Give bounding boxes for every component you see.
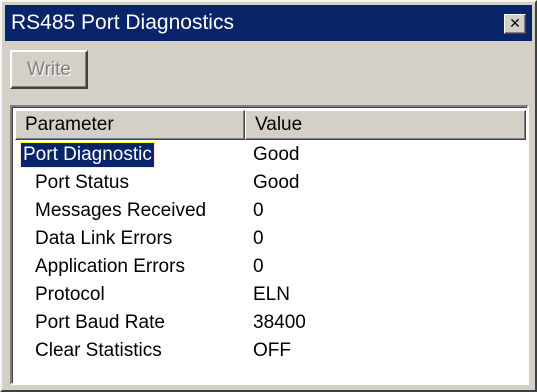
parameter-name: Port Diagnostic <box>20 142 155 168</box>
parameter-value: 0 <box>253 256 264 277</box>
parameter-value: 38400 <box>253 312 306 333</box>
parameter-name: Data Link Errors <box>35 228 173 249</box>
parameter-value: Good <box>253 172 300 193</box>
list-item-messages-received[interactable]: Messages Received 0 <box>15 197 526 225</box>
list-rows: Port Diagnostic Good Port Status Good Me… <box>15 141 526 365</box>
parameter-name: Port Status <box>35 172 129 193</box>
parameter-value: OFF <box>253 340 291 361</box>
parameter-value: ELN <box>253 284 290 305</box>
parameter-value: Good <box>253 144 300 165</box>
list-item-application-errors[interactable]: Application Errors 0 <box>15 253 526 281</box>
close-icon: ✕ <box>509 16 521 32</box>
parameter-name: Port Baud Rate <box>35 312 165 333</box>
list-item-data-link-errors[interactable]: Data Link Errors 0 <box>15 225 526 253</box>
list-item-clear-statistics[interactable]: Clear Statistics OFF <box>15 337 526 365</box>
close-button[interactable]: ✕ <box>504 14 526 34</box>
list-header: Parameter Value <box>15 110 526 140</box>
parameter-name: Application Errors <box>35 256 185 277</box>
diagnostics-window: RS485 Port Diagnostics ✕ Write Parameter… <box>0 0 537 392</box>
parameter-name: Messages Received <box>35 200 207 221</box>
toolbar: Write <box>5 45 532 95</box>
column-header-value[interactable]: Value <box>245 110 526 140</box>
parameter-name: Protocol <box>35 284 105 305</box>
list-item-port-diagnostic[interactable]: Port Diagnostic Good <box>15 141 526 169</box>
list-item-protocol[interactable]: Protocol ELN <box>15 281 526 309</box>
parameter-value: 0 <box>253 228 264 249</box>
column-header-parameter[interactable]: Parameter <box>15 110 245 140</box>
title-bar[interactable]: RS485 Port Diagnostics ✕ <box>5 5 532 41</box>
parameter-name: Clear Statistics <box>35 340 162 361</box>
parameter-value: 0 <box>253 200 264 221</box>
list-item-port-status[interactable]: Port Status Good <box>15 169 526 197</box>
parameter-list[interactable]: Parameter Value Port Diagnostic Good Por… <box>10 105 529 385</box>
window-title: RS485 Port Diagnostics <box>11 11 234 34</box>
write-button[interactable]: Write <box>10 50 88 89</box>
list-item-port-baud-rate[interactable]: Port Baud Rate 38400 <box>15 309 526 337</box>
